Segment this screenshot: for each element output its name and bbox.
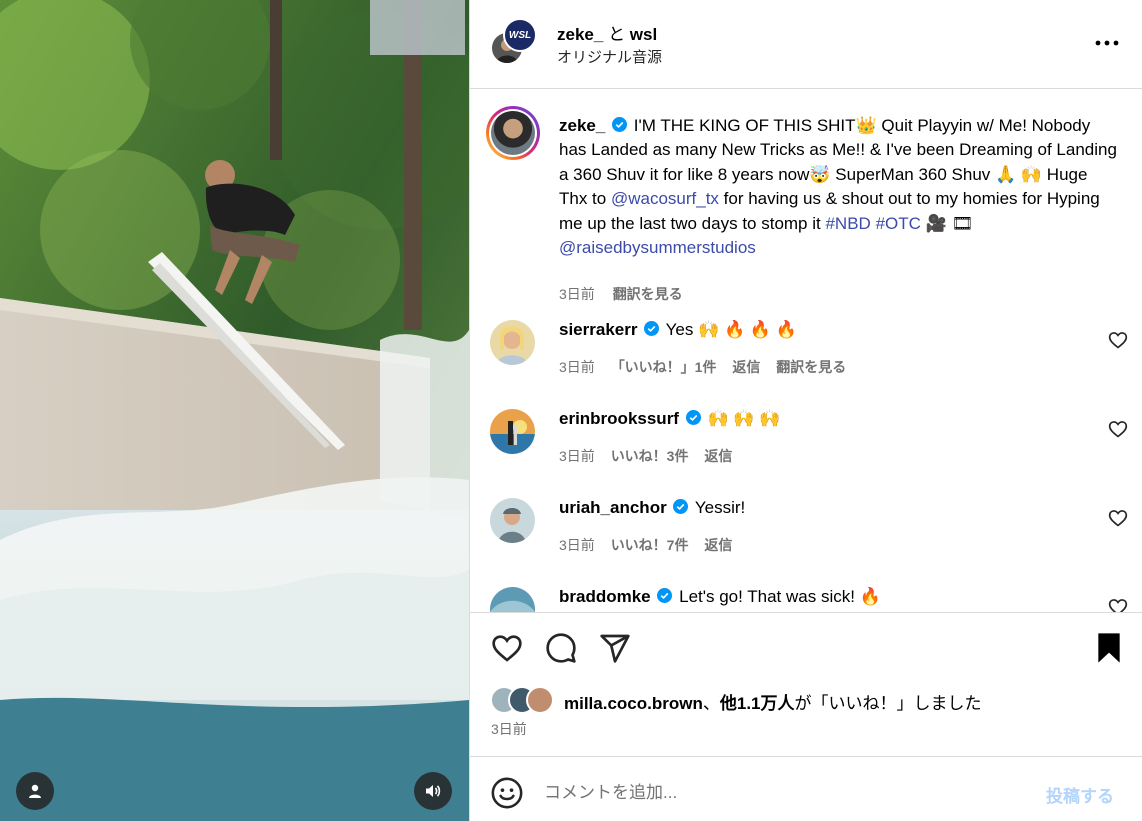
comment-username[interactable]: uriah_anchor [559,498,667,517]
comment-like-heart-icon[interactable] [1108,330,1128,350]
tagged-user-button[interactable] [16,772,54,810]
commenter-avatar[interactable] [490,409,535,454]
comment-username[interactable]: erinbrookssurf [559,409,679,428]
comment-text: 🙌 🙌 🙌 [707,409,781,428]
verified-icon [644,321,660,336]
comment-like-heart-icon[interactable] [1108,597,1128,612]
save-button[interactable] [1092,631,1126,665]
commenter-avatar[interactable] [490,587,535,612]
comment-input[interactable] [544,775,1024,811]
hashtag-otc[interactable]: #OTC [876,214,921,233]
user-icon [29,784,41,798]
comment-body: erinbrookssurf 🙌 🙌 🙌 [559,409,780,429]
post-header: WSL zeke_ と wsl オリジナル音源 [470,0,1142,89]
caption-time: 3日前 [559,286,595,302]
caption-avatar[interactable] [486,106,540,160]
post-video[interactable] [0,0,469,821]
commenter-avatar[interactable] [490,320,535,365]
caption-body-3: 🎥 🎞 [920,213,974,233]
reply-button[interactable]: 返信 [704,537,732,553]
caption-username[interactable]: zeke_ [559,116,605,135]
comment-like-heart-icon[interactable] [1108,508,1128,528]
comment-body: uriah_anchor Yessir! [559,498,745,518]
comment-item: braddomke Let's go! That was sick! 🔥 [490,587,1130,612]
audio-link[interactable]: オリジナル音源 [557,46,662,67]
joiner-text: と [608,25,626,44]
comment-composer: 投稿する [470,756,1142,821]
sound-icon [426,785,441,797]
comment-like-heart-icon[interactable] [1108,419,1128,439]
comment-body: braddomke Let's go! That was sick! 🔥 [559,587,881,607]
likes-separator: 、 [702,694,720,713]
collaborator-username[interactable]: wsl [630,25,657,44]
comment-icon [546,633,576,663]
share-icon [600,634,630,663]
emoji-icon[interactable] [490,776,524,810]
post-panel: WSL zeke_ と wsl オリジナル音源 zeke_ I'M THE KI… [469,0,1142,821]
comment-meta: 3日前 いいね！7件 返信 [559,535,744,555]
comment-likes-link[interactable]: いいね！7件 [611,537,689,553]
comment-body: sierrakerr Yes 🙌 🔥 🔥 🔥 [559,320,797,340]
bookmark-icon [1098,633,1120,663]
collaborator-avatar[interactable]: WSL [503,18,537,52]
more-icon [1095,40,1119,46]
post-actions: milla.coco.brown、他1.1万人が「いいね！」しました 3日前 [470,612,1142,755]
header-usernames: zeke_ と wsl [557,20,657,45]
post-time[interactable]: 3日前 [491,719,527,739]
comment-likes-link[interactable]: いいね！3件 [611,448,689,464]
comment-meta: 3日前 いいね！3件 返信 [559,446,744,466]
collab-avatars[interactable]: WSL [490,18,538,66]
surf-scene-image [0,0,469,821]
comment-meta: 3日前 「いいね！」1件 返信 翻訳を見る [559,357,858,377]
verified-icon [685,410,701,425]
verified-icon [673,499,689,514]
comment-time: 3日前 [559,448,595,464]
more-options-button[interactable] [1094,30,1120,56]
caption-text: zeke_ I'M THE KING OF THIS SHIT👑 Quit Pl… [559,114,1119,260]
comment-time: 3日前 [559,537,595,553]
like-button[interactable] [490,631,524,665]
share-button[interactable] [598,631,632,665]
verified-icon [657,588,673,603]
comment-translate-button[interactable]: 翻訳を見る [776,359,846,375]
comment-likes-link[interactable]: 「いいね！」1件 [611,359,717,375]
comment-item: erinbrookssurf 🙌 🙌 🙌 3日前 いいね！3件 返信 [490,409,1130,469]
likes-count[interactable]: 他1.1万人 [720,694,795,713]
caption-meta: 3日前 翻訳を見る [559,284,683,304]
likes-suffix: が「いいね！」しました [794,694,982,713]
comment-item: sierrakerr Yes 🙌 🔥 🔥 🔥 3日前 「いいね！」1件 返信 翻… [490,320,1130,380]
hashtag-nbd[interactable]: #NBD [825,214,870,233]
comments-list[interactable]: zeke_ I'M THE KING OF THIS SHIT👑 Quit Pl… [470,90,1142,612]
comment-text: Yes 🙌 🔥 🔥 🔥 [665,320,797,339]
commenter-avatar[interactable] [490,498,535,543]
comment-username[interactable]: sierrakerr [559,320,637,339]
author-username[interactable]: zeke_ [557,25,603,44]
likes-summary[interactable]: milla.coco.brown、他1.1万人が「いいね！」しました [564,689,982,714]
caption-translate-button[interactable]: 翻訳を見る [613,286,683,302]
comment-text: Let's go! That was sick! 🔥 [679,587,881,606]
liker-username[interactable]: milla.coco.brown [564,694,703,713]
mention-wacosurf[interactable]: @wacosurf_tx [611,189,719,208]
comment-text: Yessir! [694,498,746,517]
verified-icon [612,117,628,132]
reply-button[interactable]: 返信 [732,359,760,375]
reply-button[interactable]: 返信 [704,448,732,464]
heart-icon [492,635,522,662]
sound-toggle-button[interactable] [414,772,452,810]
comment-button[interactable] [544,631,578,665]
comment-username[interactable]: braddomke [559,587,651,606]
comment-time: 3日前 [559,359,595,375]
comment-item: uriah_anchor Yessir! 3日前 いいね！7件 返信 [490,498,1130,558]
liker-avatars[interactable] [490,686,560,714]
post-comment-button[interactable]: 投稿する [1046,782,1114,807]
mention-raisedbysummer[interactable]: @raisedbysummerstudios [559,238,756,257]
